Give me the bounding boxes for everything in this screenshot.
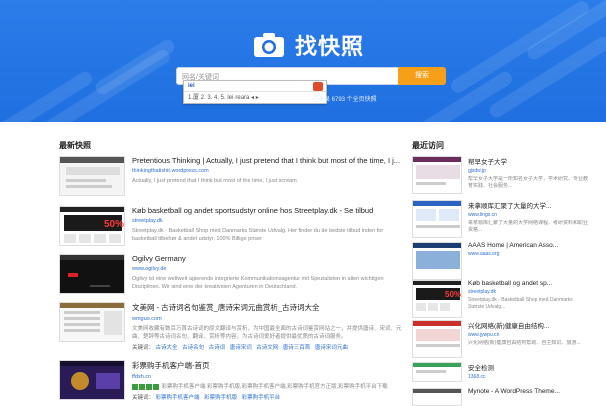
keyword-link[interactable]: 彩票购手机客户端	[156, 395, 200, 401]
snapshot-item[interactable]: 文美网 - 古诗词名句鉴赏_唐诗宋词元曲赏析_古诗词大全 wmguo.com 文…	[59, 302, 404, 352]
recent-item[interactable]: 50% Køb basketball og andet sp... street…	[412, 280, 587, 320]
snapshot-thumbnail[interactable]	[59, 156, 125, 196]
recent-title[interactable]: 安全检测	[468, 362, 588, 372]
snapshot-title[interactable]: 文美网 - 古诗词名句鉴赏_唐诗宋词元曲赏析_古诗词大全	[132, 302, 404, 313]
keyword-link[interactable]: 古诗名句	[182, 345, 204, 351]
recent-thumbnail[interactable]	[412, 156, 462, 194]
ime-logo-icon	[313, 82, 323, 91]
snapshot-title[interactable]: Pretentious Thinking | Actually, I just …	[132, 156, 404, 165]
ime-typed-text: iei	[184, 81, 326, 92]
keywords-label: 关键词：	[132, 345, 155, 351]
keyword-link[interactable]: 彩票购手机平台	[242, 395, 281, 401]
rating-icon	[132, 383, 138, 390]
snapshot-thumbnail[interactable]: 50%	[59, 206, 125, 246]
recent-desc: 兴化网络(新)健康自由结构帮助、自主知识、旅游...	[468, 340, 581, 346]
recent-item[interactable]: Mynote - A WordPress Theme...	[412, 388, 587, 406]
snapshot-title[interactable]: 彩票购手机客户端-首页	[132, 360, 404, 371]
snapshot-item[interactable]: 50% Køb basketball og andet sportsudstyr…	[59, 206, 404, 246]
snapshot-url[interactable]: streetplay.dk	[132, 218, 404, 224]
recent-title[interactable]: 帮早女子大学	[468, 156, 588, 166]
recent-item[interactable]: 来拿顺库汇聚了大量的大学... www.lingx.cn 来拿顺库汇聚了大量的大…	[412, 200, 588, 240]
snapshot-desc: Actually, I just pretend that I think bu…	[132, 178, 299, 184]
keyword-link[interactable]: 古诗词	[209, 345, 226, 351]
snapshot-desc: Ogilvy ist eine weltweit agierende integ…	[132, 276, 384, 290]
snapshot-thumbnail[interactable]	[59, 302, 125, 342]
logo-text: 找快照	[295, 35, 365, 60]
snapshot-desc: 文美网收藏有数百万首古诗词的原文翻译与赏析，为中国最全面的古诗词鉴赏网站之一，并…	[132, 326, 402, 340]
keywords-label: 关键词：	[132, 395, 155, 401]
keyword-link[interactable]: 唐诗三百首	[283, 345, 311, 351]
keyword-link[interactable]: 古诗大全	[156, 345, 178, 351]
recent-thumbnail[interactable]: 50%	[412, 280, 462, 318]
recent-url[interactable]: streetplay.dk	[468, 289, 588, 295]
search-button[interactable]: 搜索	[398, 67, 446, 85]
recent-url[interactable]: www.jywpu.cn	[468, 332, 588, 338]
hero-banner: 找快照 网名/关键词 搜索 iei 1.厦 2. 3. 4. 5. lei·re…	[0, 0, 606, 122]
snapshot-count: 已收录 6793 个全页快照	[312, 97, 377, 103]
snapshot-keywords: 关键词： 古诗大全 古诗名句 古诗词 唐诗宋词 古诗文网 唐诗三百首 唐诗宋词元…	[132, 343, 404, 351]
recent-desc: 帮早女子大学是一所知名女子大学，学术研究、专业教育实践、社会服务...	[468, 176, 588, 189]
snapshot-item[interactable]: Ogilvy Germany www.ogilvy.de Ogilvy ist …	[59, 254, 404, 294]
snapshot-desc: Streetplay.dk - Basketball Shop med Danm…	[132, 228, 384, 242]
snapshot-thumbnail[interactable]	[59, 254, 125, 294]
rating-icon	[146, 383, 152, 390]
snapshot-title[interactable]: Køb basketball og andet sportsudstyr onl…	[132, 206, 404, 215]
keyword-link[interactable]: 彩票购手机版	[204, 395, 237, 401]
camera-icon	[253, 32, 285, 58]
recent-thumbnail[interactable]	[412, 320, 462, 358]
rating-icon	[139, 383, 145, 390]
recent-thumbnail[interactable]	[412, 362, 462, 382]
snapshot-url[interactable]: thinkingthatishit.wordpress.com	[132, 168, 404, 174]
recent-item[interactable]: 安全检测 1368.cc	[412, 362, 587, 384]
recent-heading: 最近访问	[412, 141, 444, 150]
recent-title[interactable]: 兴化网络(新)健康自由结构...	[468, 320, 588, 330]
recent-thumbnail[interactable]	[412, 200, 462, 238]
recent-url[interactable]: www.aaas.org	[468, 251, 588, 257]
recent-item[interactable]: 帮早女子大学 gjsdw.jp 帮早女子大学是一所知名女子大学，学术研究、专业教…	[412, 156, 588, 196]
recent-item[interactable]: 兴化网络(新)健康自由结构... www.jywpu.cn 兴化网络(新)健康自…	[412, 320, 587, 360]
snapshot-title[interactable]: Ogilvy Germany	[132, 254, 404, 263]
svg-text:50%: 50%	[104, 219, 124, 230]
recent-thumbnail[interactable]	[412, 242, 462, 280]
recent-title[interactable]: AAAS Home | American Asso...	[468, 242, 588, 249]
keyword-link[interactable]: 唐诗宋词元曲	[315, 345, 348, 351]
snapshot-item[interactable]: Pretentious Thinking | Actually, I just …	[59, 156, 404, 196]
recent-url[interactable]: gjsdw.jp	[468, 168, 588, 174]
site-logo[interactable]: 找快照	[253, 28, 364, 62]
rating-icon	[153, 383, 159, 390]
latest-heading: 最新快照	[59, 141, 91, 150]
recent-item[interactable]: AAAS Home | American Asso... www.aaas.or…	[412, 242, 588, 280]
recent-url[interactable]: www.lingx.cn	[468, 212, 588, 218]
snapshot-keywords: 关键词： 彩票购手机客户端 彩票购手机版 彩票购手机平台	[132, 393, 404, 401]
recent-title[interactable]: 来拿顺库汇聚了大量的大学...	[468, 200, 588, 210]
snapshot-item[interactable]: 彩票购手机客户端-首页 ffdsh.cn 彩票购手机客户端 彩票购手机版,彩票购…	[59, 360, 404, 406]
recent-url[interactable]: 1368.cc	[468, 374, 588, 380]
snapshot-desc: 彩票购手机客户端 彩票购手机版,彩票购手机客户端,彩票购手机官方正版,彩票购手机…	[132, 383, 404, 391]
snapshot-url[interactable]: www.ogilvy.de	[132, 266, 404, 272]
svg-text:50%: 50%	[445, 290, 461, 299]
recent-desc: 来拿顺库汇聚了大量的大学网络课程、考研资料和职业资格...	[468, 220, 588, 233]
snapshot-url[interactable]: wmguo.com	[132, 316, 404, 322]
keyword-link[interactable]: 古诗文网	[256, 345, 278, 351]
recent-title[interactable]: Mynote - A WordPress Theme...	[468, 388, 588, 395]
recent-desc: Streetplay.dk - Basketball Shop med Danm…	[468, 297, 573, 310]
recent-thumbnail[interactable]	[412, 388, 462, 406]
snapshot-url[interactable]: ffdsh.cn	[132, 374, 404, 380]
keyword-link[interactable]: 唐诗宋词	[230, 345, 252, 351]
ime-candidates[interactable]: 1.厦 2. 3. 4. 5. lei·reara ◂ ▸	[184, 92, 326, 104]
recent-title[interactable]: Køb basketball og andet sp...	[468, 280, 588, 287]
ime-candidate-popup[interactable]: iei 1.厦 2. 3. 4. 5. lei·reara ◂ ▸	[183, 80, 327, 104]
snapshot-thumbnail[interactable]	[59, 360, 125, 400]
